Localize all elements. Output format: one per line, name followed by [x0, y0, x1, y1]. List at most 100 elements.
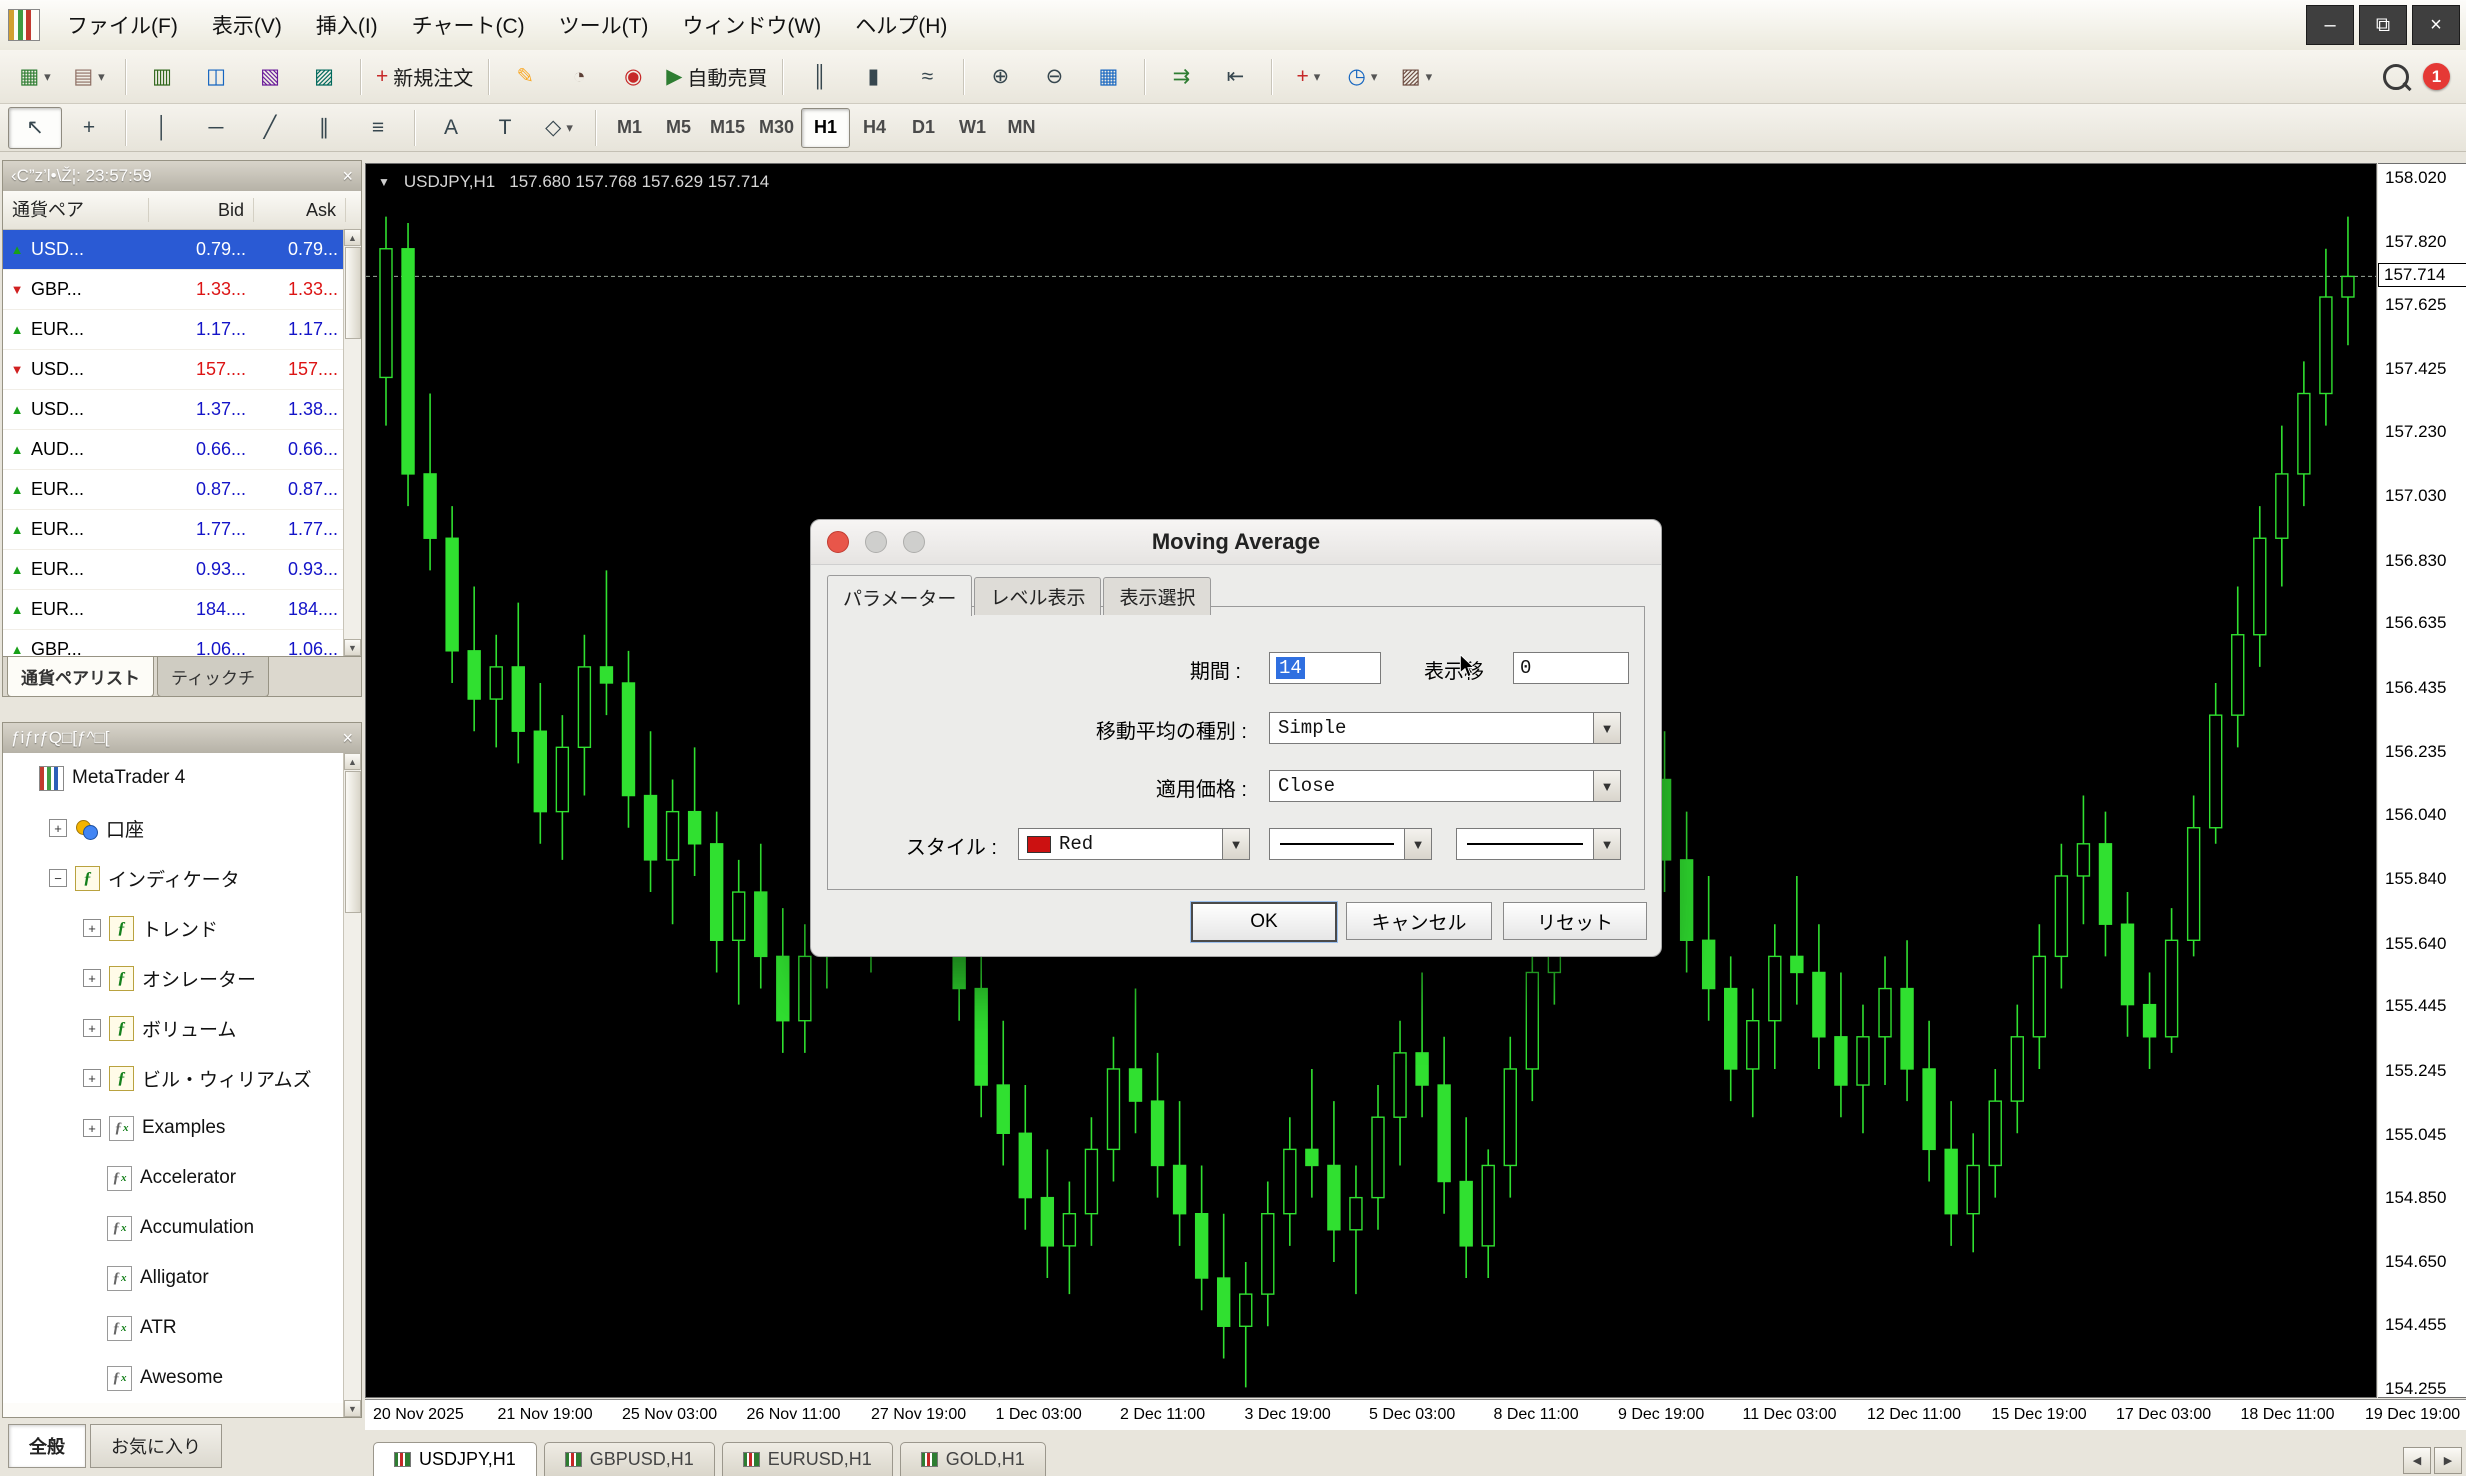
chart-shift-button[interactable]: ⇤: [1208, 56, 1262, 98]
timeframe-w1-button[interactable]: W1: [948, 108, 997, 148]
apply-price-select[interactable]: Close ▼: [1269, 770, 1621, 802]
data-window-toggle-button[interactable]: ◫: [189, 56, 243, 98]
restore-button[interactable]: ⧉: [2359, 5, 2407, 45]
market-watch-scrollbar[interactable]: ▲ ▼: [343, 229, 361, 656]
timeframe-mn-button[interactable]: MN: [997, 108, 1046, 148]
scrollbar-thumb[interactable]: [345, 247, 361, 339]
chevron-down-icon[interactable]: ▼: [1222, 829, 1249, 859]
indicators-list-button[interactable]: +▾: [1281, 56, 1335, 98]
scrollbar-thumb[interactable]: [345, 771, 361, 913]
vertical-line-tool-button[interactable]: │: [135, 107, 189, 149]
expand-icon[interactable]: +: [83, 1069, 101, 1087]
chevron-down-icon[interactable]: ▼: [1593, 829, 1620, 859]
column-header-2[interactable]: Ask: [254, 198, 346, 222]
channel-tool-button[interactable]: ∥: [297, 107, 351, 149]
collapse-icon[interactable]: −: [49, 869, 67, 887]
scroll-down-icon[interactable]: ▼: [344, 1400, 361, 1417]
alerts-button[interactable]: ◉: [606, 56, 660, 98]
expand-icon[interactable]: +: [83, 969, 101, 987]
dialog-titlebar[interactable]: Moving Average: [811, 520, 1661, 565]
tree-item[interactable]: −ƒインディケータ: [3, 853, 361, 903]
search-icon[interactable]: [2383, 64, 2409, 90]
tree-item[interactable]: ƒxAlligator: [3, 1253, 361, 1303]
menu-item-1[interactable]: 表示(V): [195, 2, 299, 48]
line-chart-mode-button[interactable]: ≈: [900, 56, 954, 98]
timeframe-h4-button[interactable]: H4: [850, 108, 899, 148]
expand-icon[interactable]: +: [49, 819, 67, 837]
column-header-1[interactable]: Bid: [149, 198, 254, 222]
scroll-down-icon[interactable]: ▼: [344, 639, 361, 656]
menu-item-5[interactable]: ウィンドウ(W): [665, 2, 838, 48]
zoom-out-button[interactable]: ⊖: [1027, 56, 1081, 98]
timeframe-h1-button[interactable]: H1: [801, 108, 850, 148]
cursor-tool-button[interactable]: ↖: [8, 107, 62, 149]
dialog-close-icon[interactable]: [827, 531, 849, 553]
table-row[interactable]: ▲EUR...1.77...1.77...: [3, 510, 361, 550]
tree-item[interactable]: +ƒボリューム: [3, 1003, 361, 1053]
new-chart-button[interactable]: ▦▾: [8, 56, 62, 98]
scroll-left-icon[interactable]: ◀: [2403, 1447, 2431, 1474]
close-button[interactable]: ×: [2412, 5, 2460, 45]
timeframe-m5-button[interactable]: M5: [654, 108, 703, 148]
scroll-up-icon[interactable]: ▲: [344, 753, 361, 770]
dialog-tab-1[interactable]: レベル表示: [974, 577, 1101, 615]
table-row[interactable]: ▼USD...157....157....: [3, 350, 361, 390]
scroll-right-icon[interactable]: ▶: [2434, 1447, 2462, 1474]
table-row[interactable]: ▲AUD...0.66...0.66...: [3, 430, 361, 470]
menu-item-6[interactable]: ヘルプ(H): [838, 2, 964, 48]
menu-item-0[interactable]: ファイル(F): [50, 2, 195, 48]
navigator-tab-common[interactable]: 全般: [8, 1424, 86, 1468]
bar-chart-mode-button[interactable]: ║: [792, 56, 846, 98]
timeframe-d1-button[interactable]: D1: [899, 108, 948, 148]
market-watch-tab-1[interactable]: ティックチ: [157, 657, 269, 697]
chevron-down-icon[interactable]: ▼: [1593, 771, 1620, 801]
dialog-tab-2[interactable]: 表示選択: [1103, 577, 1211, 615]
market-watch-toggle-button[interactable]: ▥: [135, 56, 189, 98]
dialog-maximize-icon[interactable]: [903, 531, 925, 553]
arrows-tool-button[interactable]: ◇▾: [532, 107, 586, 149]
line-width-select[interactable]: ▼: [1456, 828, 1621, 860]
notification-badge[interactable]: 1: [2423, 63, 2450, 90]
text-tool-button[interactable]: A: [424, 107, 478, 149]
column-header-0[interactable]: 通貨ペア: [3, 198, 149, 222]
shift-input[interactable]: 0: [1513, 652, 1629, 684]
market-watch-tab-0[interactable]: 通貨ペアリスト: [7, 657, 154, 697]
timeframe-m30-button[interactable]: M30: [752, 108, 801, 148]
menu-item-2[interactable]: 挿入(I): [299, 2, 395, 48]
templates-list-button[interactable]: ▨▾: [1389, 56, 1443, 98]
reset-button[interactable]: リセット: [1503, 902, 1647, 940]
trendline-tool-button[interactable]: ╱: [243, 107, 297, 149]
close-icon[interactable]: ×: [342, 728, 353, 749]
expand-icon[interactable]: +: [83, 919, 101, 937]
chart-tab-eurusd-h1[interactable]: EURUSD,H1: [722, 1442, 893, 1476]
auto-trading-button[interactable]: ▶自動売買: [660, 56, 773, 98]
new-order-button[interactable]: +新規注文: [370, 56, 479, 98]
timeframe-m15-button[interactable]: M15: [703, 108, 752, 148]
tree-item[interactable]: +ƒオシレーター: [3, 953, 361, 1003]
chevron-down-icon[interactable]: ▼: [1404, 829, 1431, 859]
cancel-button[interactable]: キャンセル: [1346, 902, 1492, 940]
zoom-in-button[interactable]: ⊕: [973, 56, 1027, 98]
tree-item[interactable]: +ƒxExamples: [3, 1103, 361, 1153]
tile-windows-button[interactable]: ▦: [1081, 56, 1135, 98]
period-input[interactable]: 14: [1269, 652, 1381, 684]
metaeditor-button[interactable]: ✎: [498, 56, 552, 98]
dialog-tab-0[interactable]: パラメーター: [827, 575, 972, 616]
expand-icon[interactable]: +: [83, 1119, 101, 1137]
table-row[interactable]: ▲USD...0.79...0.79...: [3, 230, 361, 270]
tree-item[interactable]: +ƒビル・ウィリアムズ: [3, 1053, 361, 1103]
table-row[interactable]: ▲USD...1.37...1.38...: [3, 390, 361, 430]
scroll-up-icon[interactable]: ▲: [344, 229, 361, 246]
history-center-button[interactable]: ◔: [552, 56, 606, 98]
periods-list-button[interactable]: ◷▾: [1335, 56, 1389, 98]
chart-tab-gold-h1[interactable]: GOLD,H1: [900, 1442, 1046, 1476]
terminal-toggle-button[interactable]: ▨: [297, 56, 351, 98]
navigator-toggle-button[interactable]: ▧: [243, 56, 297, 98]
candlestick-mode-button[interactable]: ▮: [846, 56, 900, 98]
chart-tab-usdjpy-h1[interactable]: USDJPY,H1: [373, 1442, 537, 1476]
horizontal-line-tool-button[interactable]: ─: [189, 107, 243, 149]
tree-item[interactable]: ƒxATR: [3, 1303, 361, 1353]
navigator-scrollbar[interactable]: ▲ ▼: [343, 753, 361, 1417]
tree-item[interactable]: ƒxAccelerator: [3, 1153, 361, 1203]
tree-item[interactable]: +口座: [3, 803, 361, 853]
